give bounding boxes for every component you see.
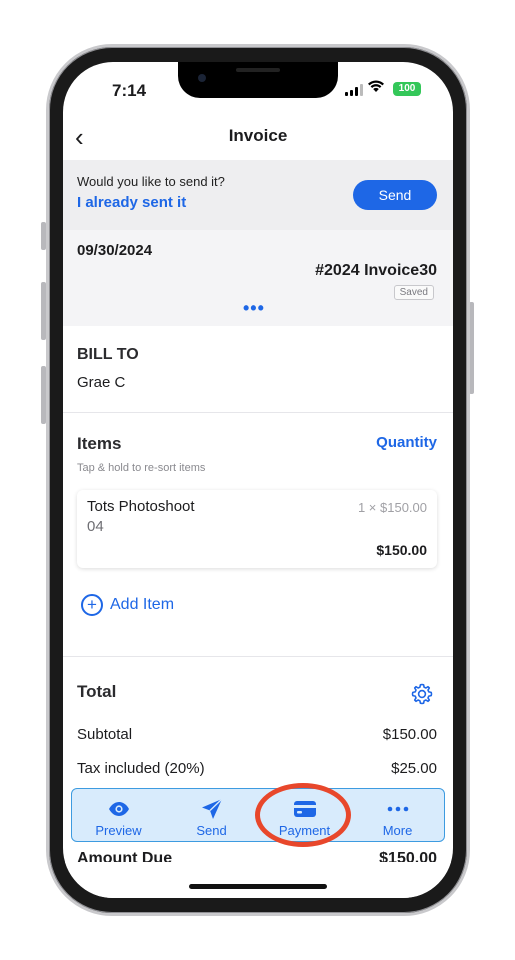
client-name[interactable]: Grae C (77, 374, 139, 391)
front-camera (198, 74, 206, 82)
more-dots-icon (387, 798, 409, 820)
phone-screen: 7:14 100 ‹ Invoice Would you like to sen… (63, 62, 453, 898)
item-amount: $150.00 (376, 542, 427, 558)
already-sent-link[interactable]: I already sent it (77, 194, 186, 211)
tax-label: Tax included (20%) (77, 760, 205, 777)
tab-preview[interactable]: Preview (72, 789, 165, 841)
tax-value: $25.00 (391, 760, 437, 777)
subtotal-value: $150.00 (382, 726, 437, 743)
eye-icon (108, 798, 130, 820)
tab-more-label: More (382, 823, 413, 838)
battery-icon: 100 (393, 82, 421, 96)
item-calculation: 1 × $150.00 (357, 500, 427, 515)
subtotal-label: Subtotal (77, 726, 133, 743)
bill-to-label: BILL TO (77, 346, 139, 363)
invoice-number[interactable]: #2024 Invoice30 (315, 262, 437, 280)
tab-send-label: Send (196, 823, 227, 838)
notch (178, 62, 338, 98)
add-item-button[interactable]: + Add Item (81, 594, 174, 616)
send-prompt-banner: Would you like to send it? I already sen… (63, 160, 453, 230)
bill-to-section[interactable]: BILL TO Grae C (77, 346, 139, 391)
item-description: 04 (87, 518, 104, 535)
earpiece-speaker (236, 68, 280, 72)
paper-plane-icon (201, 798, 223, 820)
signal-icon (345, 84, 363, 96)
tab-send[interactable]: Send (165, 789, 258, 841)
expand-dots-icon[interactable]: ••• (243, 298, 265, 319)
add-item-label: Add Item (110, 596, 175, 613)
quantity-link[interactable]: Quantity (376, 434, 437, 451)
tax-row[interactable]: Tax included (20%) $25.00 (77, 760, 437, 777)
page-title: Invoice (228, 126, 288, 145)
tab-more[interactable]: More (351, 789, 444, 841)
wifi-icon (367, 79, 385, 98)
divider (63, 656, 453, 657)
invoice-header[interactable]: 09/30/2024 #2024 Invoice30 Saved ••• (63, 230, 453, 326)
subtotal-row: Subtotal $150.00 (77, 726, 437, 743)
plus-circle-icon: + (81, 594, 103, 616)
divider (63, 412, 453, 413)
invoice-date[interactable]: 09/30/2024 (77, 242, 152, 259)
total-heading: Total (77, 682, 117, 701)
gear-icon[interactable] (410, 682, 434, 706)
items-heading: Items (77, 434, 122, 453)
send-prompt-text: Would you like to send it? (77, 174, 225, 189)
status-time: 7:14 (112, 81, 147, 100)
nav-bar: ‹ Invoice (63, 120, 453, 160)
home-indicator (189, 884, 327, 889)
bottom-safe-area (63, 862, 453, 898)
tab-preview-label: Preview (95, 823, 142, 838)
send-button[interactable]: Send (353, 180, 437, 210)
items-hint: Tap & hold to re-sort items (77, 462, 206, 474)
list-item[interactable]: Tots Photoshoot 04 1 × $150.00 $150.00 (77, 490, 437, 568)
saved-badge: Saved (393, 285, 434, 300)
payment-highlight-circle (255, 783, 351, 847)
item-name: Tots Photoshoot (87, 498, 195, 515)
